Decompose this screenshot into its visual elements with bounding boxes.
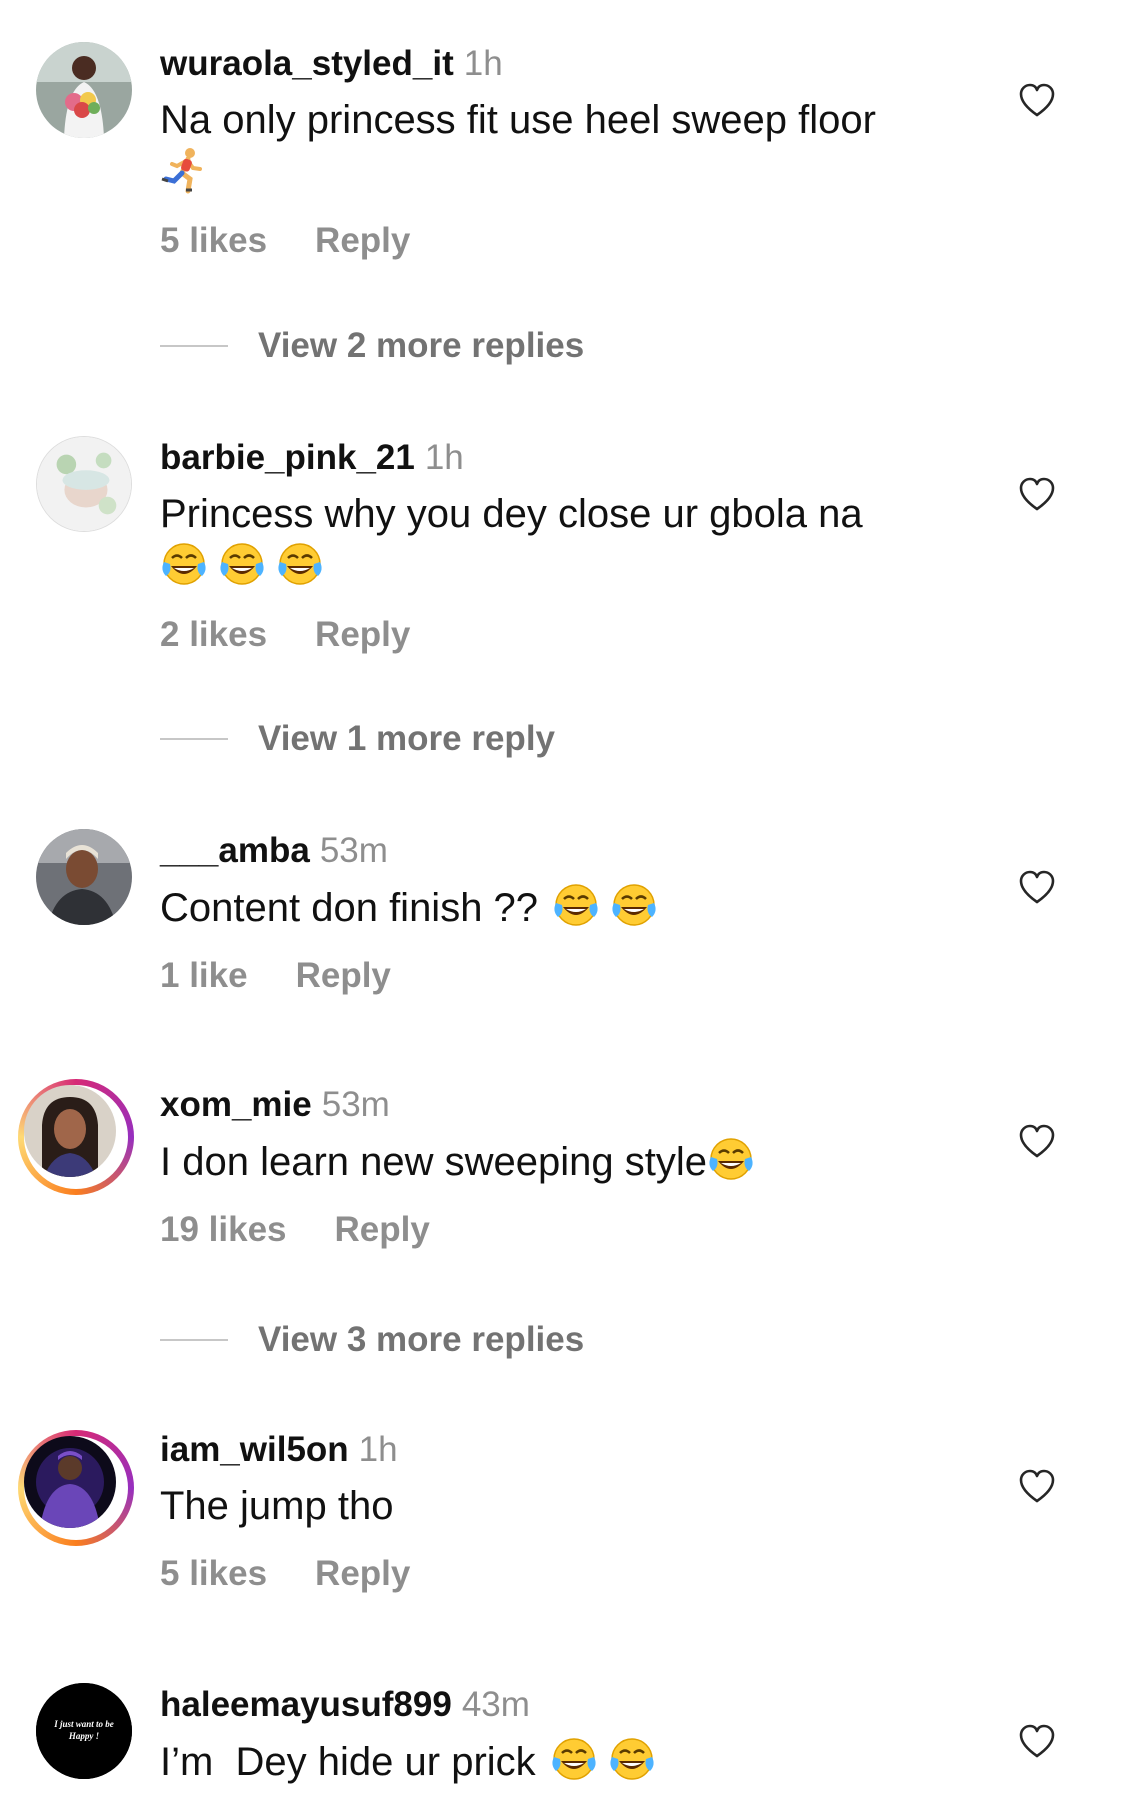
timestamp: 43m — [461, 1685, 530, 1724]
divider-line — [160, 345, 228, 347]
comment-text: Na only princess fit use heel sweep floo… — [160, 94, 990, 199]
likes-count[interactable]: 5 likes — [160, 221, 267, 260]
running-person-emoji-icon — [160, 146, 208, 194]
heart-outline-icon[interactable] — [1018, 1723, 1056, 1761]
tears-of-joy-emoji-icon — [707, 1135, 755, 1183]
comment-text: The jump tho — [160, 1484, 394, 1528]
view-more-replies-button[interactable]: View 3 more replies — [160, 1320, 584, 1360]
view-more-replies-button[interactable]: View 1 more reply — [160, 719, 555, 759]
reply-button[interactable]: Reply — [315, 615, 410, 654]
heart-outline-icon[interactable] — [1018, 82, 1056, 120]
tears-of-joy-emoji-icon — [610, 881, 658, 929]
avatar-image — [36, 829, 132, 925]
avatar-image — [37, 437, 131, 531]
avatar-with-story-ring[interactable] — [18, 1430, 134, 1546]
comment-text: Content don finish ?? — [160, 881, 990, 934]
timestamp: 53m — [321, 1085, 390, 1124]
username[interactable]: iam_wil5on — [160, 1430, 349, 1469]
avatar[interactable] — [36, 829, 132, 925]
likes-count[interactable]: 5 likes — [160, 1554, 267, 1593]
avatar — [24, 1085, 116, 1177]
reply-button[interactable]: Reply — [296, 956, 391, 995]
tears-of-joy-emoji-icon — [550, 1735, 598, 1783]
tears-of-joy-emoji-icon — [276, 540, 324, 588]
username[interactable]: wuraola_styled_it — [160, 44, 454, 83]
avatar[interactable] — [36, 436, 132, 532]
reply-button[interactable]: Reply — [315, 1554, 410, 1593]
tears-of-joy-emoji-icon — [552, 881, 600, 929]
username[interactable]: haleemayusuf899 — [160, 1685, 452, 1724]
tears-of-joy-emoji-icon — [218, 540, 266, 588]
tears-of-joy-emoji-icon — [608, 1735, 656, 1783]
timestamp: 1h — [424, 438, 464, 477]
comment-text: I’m Dey hide ur prick — [160, 1735, 990, 1788]
avatar — [24, 1436, 116, 1528]
avatar-image — [24, 1436, 116, 1528]
username[interactable]: ___amba — [160, 831, 310, 870]
comment-text: I don learn new sweeping style — [160, 1135, 990, 1188]
timestamp: 1h — [358, 1430, 398, 1469]
avatar[interactable]: I just want to be Happy ! — [36, 1683, 132, 1779]
avatar-image — [36, 42, 132, 138]
heart-outline-icon[interactable] — [1018, 1123, 1056, 1161]
likes-count[interactable]: 2 likes — [160, 615, 267, 654]
heart-outline-icon[interactable] — [1018, 869, 1056, 907]
heart-outline-icon[interactable] — [1018, 1468, 1056, 1506]
timestamp: 53m — [319, 831, 388, 870]
divider-line — [160, 738, 228, 740]
username[interactable]: xom_mie — [160, 1085, 312, 1124]
divider-line — [160, 1339, 228, 1341]
avatar-with-story-ring[interactable] — [18, 1079, 134, 1195]
username[interactable]: barbie_pink_21 — [160, 438, 415, 477]
timestamp: 1h — [463, 44, 503, 83]
view-more-replies-button[interactable]: View 2 more replies — [160, 326, 584, 366]
likes-count[interactable]: 1 like — [160, 956, 248, 995]
likes-count[interactable]: 19 likes — [160, 1210, 287, 1249]
avatar[interactable] — [36, 42, 132, 138]
tears-of-joy-emoji-icon — [160, 540, 208, 588]
reply-button[interactable]: Reply — [335, 1210, 430, 1249]
avatar-image: I just want to be Happy ! — [36, 1683, 132, 1779]
heart-outline-icon[interactable] — [1018, 476, 1056, 514]
comment-text: Princess why you dey close ur gbola na — [160, 488, 990, 593]
reply-button[interactable]: Reply — [315, 221, 410, 260]
avatar-image — [24, 1085, 116, 1177]
